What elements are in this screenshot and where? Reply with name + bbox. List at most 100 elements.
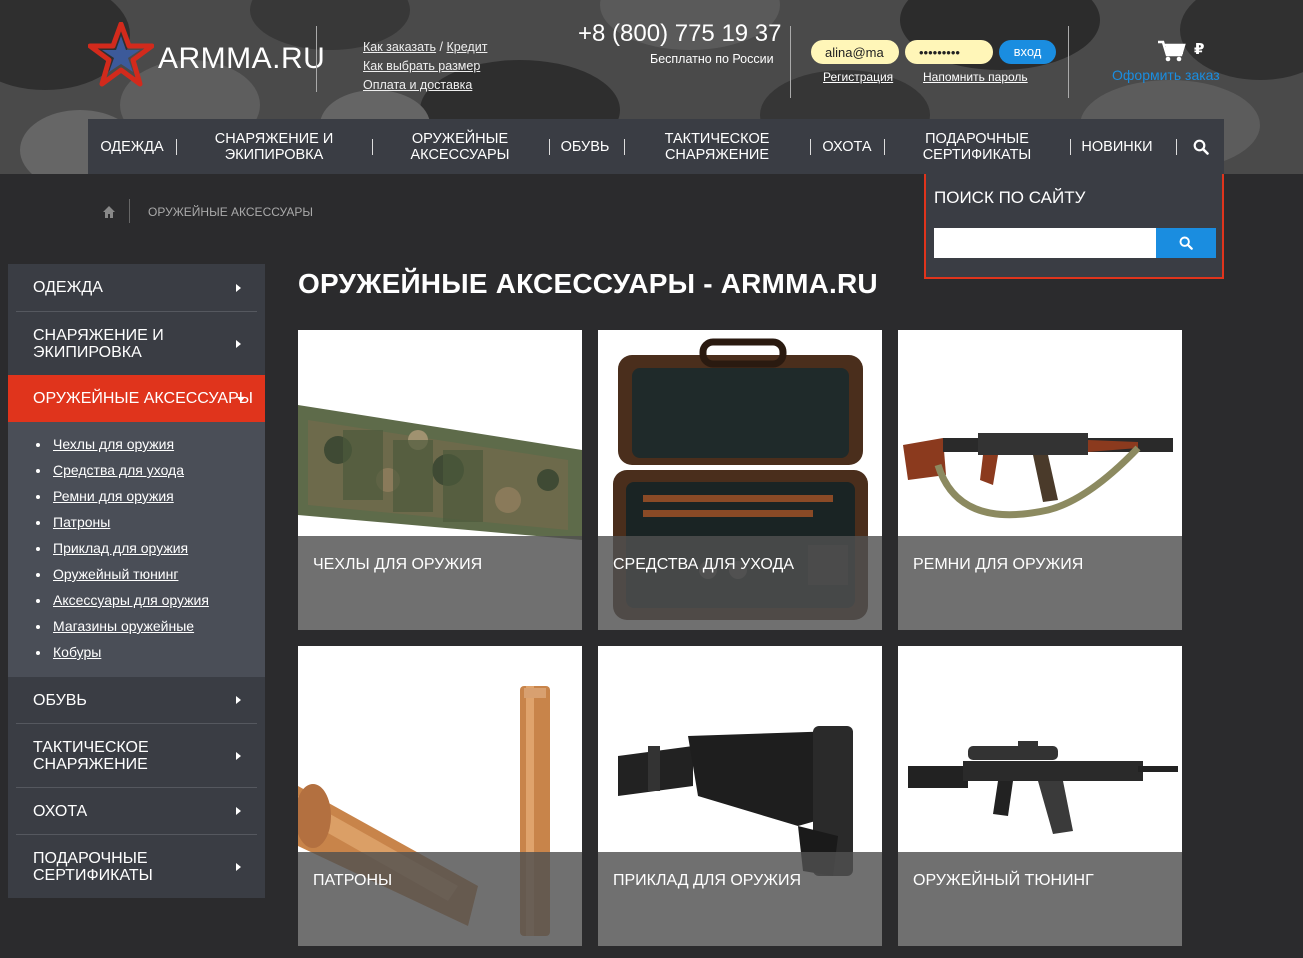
- search-submit-button[interactable]: [1156, 228, 1216, 258]
- chevron-right-icon: [236, 283, 241, 292]
- login-button[interactable]: вход: [999, 40, 1056, 64]
- nav-item-weapon-accessories[interactable]: Оружейные аксессуары: [384, 119, 536, 174]
- nav-separator: [624, 139, 625, 155]
- chevron-right-icon: [236, 696, 241, 704]
- sidebar-item-label: Одежда: [33, 279, 103, 296]
- sidebar-item-label: Тактическое снаряжение: [33, 738, 149, 773]
- sidebar-item-clothing[interactable]: Одежда: [8, 264, 265, 311]
- submenu-item[interactable]: Патроны: [36, 514, 110, 530]
- login-password-field[interactable]: [905, 40, 993, 64]
- nav-item-gift-cards[interactable]: Подарочные сертификаты: [896, 119, 1058, 174]
- submenu-item[interactable]: Приклад для оружия: [36, 540, 188, 556]
- sidebar-item-hunting[interactable]: Охота: [8, 788, 265, 834]
- shopping-cart-icon: [1158, 40, 1186, 62]
- sidebar-item-label: Оружейные аксессуары: [33, 390, 253, 407]
- category-card-gun-cases[interactable]: Чехлы для оружия: [298, 330, 582, 630]
- submenu-item[interactable]: Кобуры: [36, 644, 101, 660]
- submenu-item[interactable]: Магазины оружейные: [36, 618, 194, 634]
- divider: [316, 26, 317, 92]
- search-icon: [1193, 139, 1209, 155]
- nav-separator: [176, 139, 177, 155]
- sidebar-item-tactical[interactable]: Тактическое снаряжение: [8, 724, 265, 787]
- site-logo[interactable]: ARMMA.RU: [88, 22, 325, 92]
- sidebar-item-footwear[interactable]: Обувь: [8, 677, 265, 723]
- nav-separator: [549, 139, 550, 155]
- card-caption: Чехлы для оружия: [298, 536, 582, 630]
- bullet-icon: [36, 625, 40, 629]
- category-sidebar: Одежда Снаряжение и экипировка Оружейные…: [8, 264, 265, 898]
- sidebar-item-equipment[interactable]: Снаряжение и экипировка: [8, 312, 265, 375]
- search-icon: [1179, 236, 1193, 250]
- bullet-icon: [36, 443, 40, 447]
- bullet-icon: [36, 521, 40, 525]
- sidebar-item-weapon-accessories[interactable]: Оружейные аксессуары: [8, 375, 265, 422]
- help-links: Как заказать / Кредит Как выбрать размер…: [363, 38, 487, 95]
- nav-item-hunting[interactable]: Охота: [816, 119, 878, 174]
- star-logo-icon: [88, 22, 154, 87]
- bullet-icon: [36, 599, 40, 603]
- page-title: Оружейные аксессуары - ARMMA.RU: [298, 268, 878, 299]
- search-dropdown: Поиск по сайту: [924, 174, 1224, 279]
- choose-size-link[interactable]: Как выбрать размер: [363, 59, 480, 73]
- card-caption: Патроны: [298, 852, 582, 946]
- nav-separator: [884, 139, 885, 155]
- sidebar-item-gift-cards[interactable]: Подарочные сертификаты: [8, 835, 265, 898]
- breadcrumb-separator: [129, 199, 130, 223]
- nav-separator: [372, 139, 373, 155]
- login-email-field[interactable]: [811, 40, 899, 64]
- chevron-right-icon: [236, 807, 241, 815]
- credit-link[interactable]: Кредит: [447, 40, 488, 54]
- card-caption: Средства для ухода: [598, 536, 882, 630]
- category-card-cleaning[interactable]: Средства для ухода: [598, 330, 882, 630]
- submenu-item[interactable]: Ремни для оружия: [36, 488, 174, 504]
- chevron-right-icon: [236, 862, 241, 871]
- bullet-icon: [36, 495, 40, 499]
- nav-item-new[interactable]: Новинки: [1074, 119, 1160, 174]
- home-icon[interactable]: [102, 205, 116, 219]
- checkout-link[interactable]: Оформить заказ: [1112, 67, 1220, 83]
- how-to-order-link[interactable]: Как заказать: [363, 40, 436, 54]
- nav-item-clothing[interactable]: Одежда: [88, 119, 176, 174]
- divider: [1068, 26, 1069, 98]
- register-link[interactable]: Регистрация: [823, 70, 893, 84]
- slash-separator: /: [439, 40, 444, 54]
- bullet-icon: [36, 651, 40, 655]
- chevron-right-icon: [236, 751, 241, 760]
- nav-item-footwear[interactable]: Обувь: [553, 119, 617, 174]
- submenu-item[interactable]: Чехлы для оружия: [36, 436, 174, 452]
- chevron-down-icon: [237, 396, 245, 402]
- currency-symbol: ₽: [1194, 41, 1205, 58]
- phone-note: Бесплатно по России: [650, 52, 774, 66]
- submenu-item[interactable]: Аксессуары для оружия: [36, 592, 209, 608]
- category-card-stocks[interactable]: Приклад для оружия: [598, 646, 882, 946]
- card-caption: Приклад для оружия: [598, 852, 882, 946]
- search-title: Поиск по сайту: [934, 188, 1086, 207]
- sidebar-item-label: Снаряжение и экипировка: [33, 326, 164, 361]
- bullet-icon: [36, 469, 40, 473]
- bullet-icon: [36, 547, 40, 551]
- category-card-slings[interactable]: Ремни для оружия: [898, 330, 1182, 630]
- main-nav: Одежда Снаряжение и экипировка Оружейные…: [88, 119, 1224, 174]
- sidebar-submenu: Чехлы для оружия Средства для ухода Ремн…: [8, 422, 265, 677]
- phone-number[interactable]: +8 (800) 775 19 37: [578, 20, 782, 48]
- logo-text: ARMMA.RU: [158, 42, 326, 75]
- cart-button[interactable]: ₽ Оформить заказ: [1112, 38, 1232, 88]
- remind-password-link[interactable]: Напомнить пароль: [923, 70, 1028, 84]
- nav-separator: [1176, 139, 1177, 155]
- nav-item-tactical[interactable]: Тактическое снаряжение: [636, 119, 798, 174]
- category-card-cartridges[interactable]: Патроны: [298, 646, 582, 946]
- sidebar-item-label: Обувь: [33, 691, 87, 709]
- sidebar-item-label: Охота: [33, 802, 88, 820]
- submenu-item[interactable]: Средства для ухода: [36, 462, 184, 478]
- sidebar-item-label: Подарочные сертификаты: [33, 849, 153, 884]
- search-input[interactable]: [934, 228, 1156, 258]
- submenu-item[interactable]: Оружейный тюнинг: [36, 566, 178, 582]
- nav-search-button[interactable]: [1178, 119, 1224, 174]
- category-card-tuning[interactable]: Оружейный тюнинг: [898, 646, 1182, 946]
- bullet-icon: [36, 573, 40, 577]
- nav-separator: [810, 139, 811, 155]
- nav-item-equipment[interactable]: Снаряжение и экипировка: [188, 119, 360, 174]
- card-caption: Оружейный тюнинг: [898, 852, 1182, 946]
- chevron-right-icon: [236, 339, 241, 348]
- payment-delivery-link[interactable]: Оплата и доставка: [363, 78, 472, 92]
